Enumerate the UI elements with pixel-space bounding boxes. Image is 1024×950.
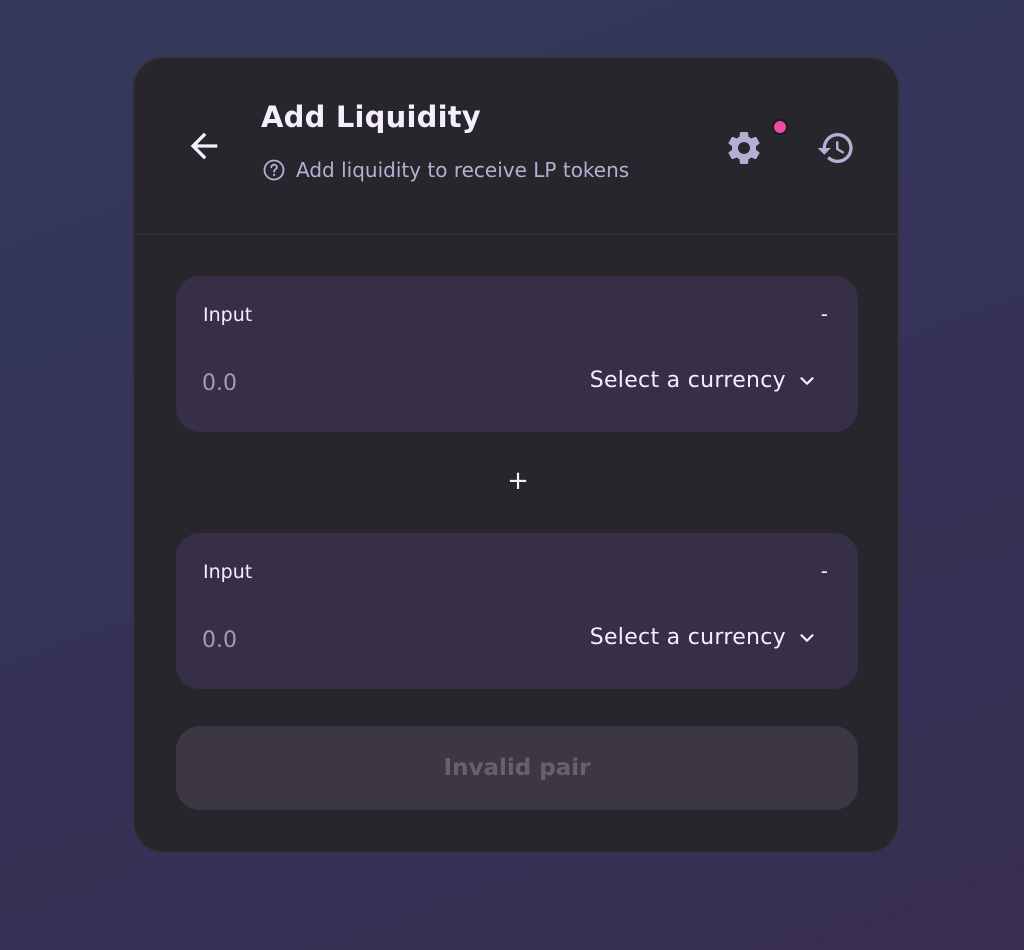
chevron-down-icon	[800, 633, 814, 642]
gear-icon	[728, 132, 760, 164]
invalid-pair-button[interactable]: Invalid pair	[176, 726, 858, 810]
input-label: Input	[203, 304, 253, 326]
balance-value: -	[820, 559, 828, 583]
amount-input-a[interactable]	[202, 366, 462, 400]
select-currency-button-b[interactable]: Select a currency	[590, 625, 818, 650]
history-button[interactable]	[814, 126, 858, 170]
select-currency-button-a[interactable]: Select a currency	[590, 368, 818, 393]
balance-value: -	[820, 302, 828, 326]
page-subtitle: Add liquidity to receive LP tokens	[296, 158, 630, 182]
question-circle-icon[interactable]	[262, 158, 286, 182]
add-liquidity-card: Add Liquidity Add liquidity to receive L…	[132, 56, 900, 854]
back-button[interactable]	[180, 122, 228, 170]
page-title: Add Liquidity	[261, 100, 481, 134]
arrow-left-icon	[190, 132, 218, 160]
amount-input-b[interactable]	[202, 623, 462, 657]
notification-dot	[772, 119, 788, 135]
chevron-down-icon	[800, 376, 814, 385]
currency-input-panel-a: Input - Select a currency	[176, 276, 858, 432]
plus-separator: +	[507, 466, 529, 496]
select-currency-label: Select a currency	[589, 368, 786, 393]
history-icon	[817, 133, 853, 164]
card-header: Add Liquidity Add liquidity to receive L…	[134, 58, 898, 235]
input-label: Input	[203, 561, 253, 583]
currency-input-panel-b: Input - Select a currency	[176, 533, 858, 689]
settings-button[interactable]	[722, 126, 766, 170]
select-currency-label: Select a currency	[589, 625, 786, 650]
subtitle-row: Add liquidity to receive LP tokens	[262, 158, 629, 182]
